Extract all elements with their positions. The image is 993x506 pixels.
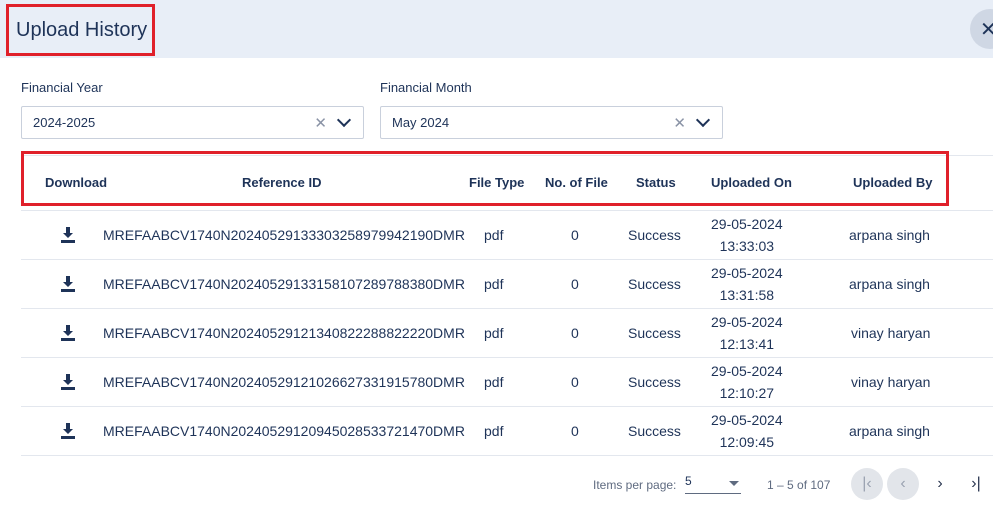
financial-year-label: Financial Year bbox=[21, 80, 103, 95]
download-icon[interactable] bbox=[61, 276, 75, 292]
uploaded-time: 13:31:58 bbox=[719, 287, 775, 303]
uploaded-date: 29-05-2024 bbox=[711, 412, 783, 428]
table-row: MREFAABCV1740N20240529133158107289788380… bbox=[21, 260, 993, 309]
uploaded-on: 29-05-2024 13:31:58 bbox=[711, 262, 783, 306]
uploaded-on: 29-05-2024 12:13:41 bbox=[711, 311, 783, 355]
previous-page-button[interactable]: ‹ bbox=[887, 468, 919, 500]
page-range-label: 1 – 5 of 107 bbox=[767, 478, 831, 492]
reference-id: MREFAABCV1740N20240529133158107289788380… bbox=[103, 276, 465, 292]
chevron-down-icon[interactable] bbox=[336, 112, 352, 128]
uploaded-on: 29-05-2024 13:33:03 bbox=[711, 213, 783, 257]
table-row: MREFAABCV1740N20240529121026627331915780… bbox=[21, 358, 993, 407]
title-highlight: Upload History bbox=[6, 4, 155, 56]
file-type: pdf bbox=[484, 227, 504, 243]
file-count: 0 bbox=[571, 227, 579, 243]
download-icon[interactable] bbox=[61, 227, 75, 243]
col-download: Download bbox=[45, 175, 108, 190]
uploaded-date: 29-05-2024 bbox=[711, 314, 783, 330]
next-page-button[interactable]: › bbox=[924, 468, 956, 500]
file-type: pdf bbox=[484, 276, 504, 292]
uploaded-date: 29-05-2024 bbox=[711, 265, 783, 281]
uploaded-by: vinay haryan bbox=[851, 325, 931, 341]
uploaded-on: 29-05-2024 12:10:27 bbox=[711, 360, 783, 404]
col-reference-id: Reference ID bbox=[242, 175, 322, 190]
file-count: 0 bbox=[571, 325, 579, 341]
col-file-type: File Type bbox=[469, 175, 525, 190]
uploaded-time: 13:33:03 bbox=[719, 238, 775, 254]
financial-month-select[interactable]: May 2024 ✕ bbox=[380, 106, 723, 139]
status: Success bbox=[628, 227, 681, 243]
col-status: Status bbox=[636, 175, 676, 190]
reference-id: MREFAABCV1740N20240529133303258979942190… bbox=[103, 227, 465, 243]
reference-id: MREFAABCV1740N20240529120945028533721470… bbox=[103, 423, 465, 439]
financial-year-select[interactable]: 2024-2025 ✕ bbox=[21, 106, 364, 139]
col-no-of-file: No. of File bbox=[545, 175, 608, 190]
uploaded-time: 12:13:41 bbox=[719, 336, 775, 352]
table-row: MREFAABCV1740N20240529133303258979942190… bbox=[21, 211, 993, 260]
page-size-select[interactable]: 5 bbox=[685, 474, 741, 494]
uploaded-on: 29-05-2024 12:09:45 bbox=[711, 409, 783, 453]
financial-year-value: 2024-2025 bbox=[33, 115, 96, 130]
uploaded-date: 29-05-2024 bbox=[711, 363, 783, 379]
financial-month-value: May 2024 bbox=[392, 115, 450, 130]
col-uploaded-by: Uploaded By bbox=[853, 175, 933, 190]
file-count: 0 bbox=[571, 374, 579, 390]
file-count: 0 bbox=[571, 423, 579, 439]
uploaded-time: 12:09:45 bbox=[719, 434, 775, 450]
table-row: MREFAABCV1740N20240529120945028533721470… bbox=[21, 407, 993, 456]
file-type: pdf bbox=[484, 325, 504, 341]
last-page-button[interactable]: ›| bbox=[960, 468, 992, 500]
clear-year-icon[interactable]: ✕ bbox=[314, 114, 327, 132]
uploaded-time: 12:10:27 bbox=[719, 385, 775, 401]
caret-down-icon bbox=[729, 481, 739, 486]
uploaded-by: arpana singh bbox=[849, 276, 930, 292]
uploaded-by: arpana singh bbox=[849, 423, 930, 439]
dialog-title: Upload History bbox=[16, 18, 148, 41]
status: Success bbox=[628, 325, 681, 341]
table-row: MREFAABCV1740N20240529121340822288822220… bbox=[21, 309, 993, 358]
download-icon[interactable] bbox=[61, 374, 75, 390]
file-type: pdf bbox=[484, 374, 504, 390]
close-icon: ✕ bbox=[980, 18, 993, 41]
uploaded-by: vinay haryan bbox=[851, 374, 931, 390]
financial-month-label: Financial Month bbox=[380, 80, 472, 95]
last-page-icon: ›| bbox=[971, 475, 981, 492]
status: Success bbox=[628, 423, 681, 439]
chevron-right-icon: › bbox=[937, 475, 943, 492]
first-page-button[interactable]: |‹ bbox=[851, 468, 883, 500]
items-per-page-label: Items per page: bbox=[593, 478, 677, 492]
dialog-header: Upload History ✕ bbox=[0, 0, 993, 58]
col-uploaded-on: Uploaded On bbox=[711, 175, 792, 190]
file-count: 0 bbox=[571, 276, 579, 292]
reference-id: MREFAABCV1740N20240529121026627331915780… bbox=[103, 374, 465, 390]
chevron-down-icon[interactable] bbox=[695, 112, 711, 128]
first-page-icon: |‹ bbox=[862, 475, 872, 492]
uploaded-date: 29-05-2024 bbox=[711, 216, 783, 232]
download-icon[interactable] bbox=[61, 325, 75, 341]
status: Success bbox=[628, 374, 681, 390]
uploaded-by: arpana singh bbox=[849, 227, 930, 243]
page-size-value: 5 bbox=[685, 474, 692, 488]
reference-id: MREFAABCV1740N20240529121340822288822220… bbox=[103, 325, 465, 341]
chevron-left-icon: ‹ bbox=[900, 475, 906, 492]
clear-month-icon[interactable]: ✕ bbox=[673, 114, 686, 132]
close-button[interactable]: ✕ bbox=[970, 9, 993, 49]
file-type: pdf bbox=[484, 423, 504, 439]
status: Success bbox=[628, 276, 681, 292]
download-icon[interactable] bbox=[61, 423, 75, 439]
